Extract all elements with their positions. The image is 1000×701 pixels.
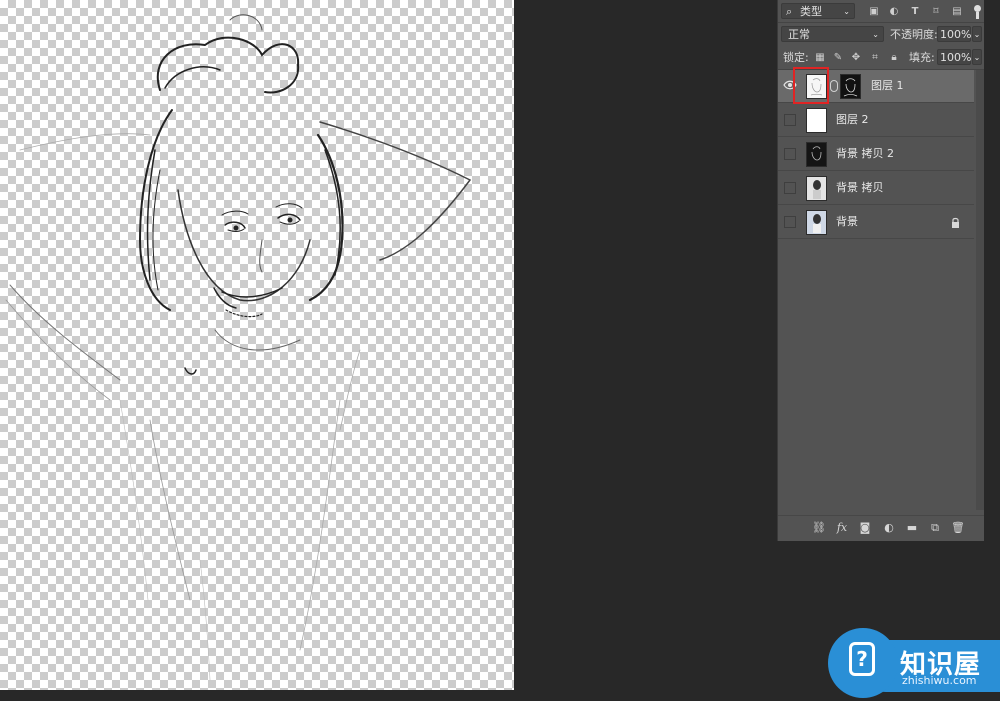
chevron-down-icon: ⌄ [872, 30, 879, 39]
fill-input[interactable]: 100% [937, 49, 971, 65]
layer-thumbnail [806, 176, 827, 201]
lock-icon [951, 217, 960, 228]
layer-name[interactable]: 图层 1 [871, 79, 904, 93]
folder-icon[interactable]: ▬ [905, 521, 919, 535]
shape-filter-icon[interactable]: ⌑ [930, 6, 942, 18]
search-icon: ⌕ [786, 5, 793, 18]
lock-pixels-brush-icon[interactable]: ✎ [832, 52, 844, 64]
fx-icon[interactable]: fx [835, 521, 849, 535]
layer-row[interactable]: 背景 拷贝 [778, 172, 974, 205]
opacity-dropdown[interactable]: ⌄ [972, 26, 982, 42]
fill-value: 100% [940, 51, 972, 64]
lock-transparent-icon[interactable]: ▦ [814, 52, 826, 64]
chain-link-icon[interactable] [830, 80, 838, 92]
layer-thumbnail [806, 142, 827, 167]
new-layer-icon[interactable]: ⧉ [928, 521, 942, 535]
filter-row: ⌕ 类型 ⌄ ▣ ◐ T ⌑ ▤ [778, 2, 984, 22]
adjustment-filter-icon[interactable]: ◐ [888, 6, 900, 18]
lock-position-move-icon[interactable]: ✥ [850, 52, 862, 64]
blend-mode-value: 正常 [788, 28, 810, 41]
layer-name[interactable]: 背景 [836, 215, 858, 229]
visibility-toggle[interactable] [784, 114, 796, 126]
sketch-drawing [5, 14, 472, 681]
lock-artboard-icon[interactable]: ⌗ [869, 52, 881, 64]
opacity-value: 100% [940, 28, 972, 41]
chevron-down-icon: ⌄ [973, 53, 981, 62]
document-canvas[interactable] [0, 0, 514, 690]
logo-site-text: zhishiwu.com [902, 674, 977, 687]
mask-icon[interactable]: ◙ [858, 521, 872, 535]
layer-row[interactable]: 背景 拷贝 2 [778, 138, 974, 171]
filter-kind-value: 类型 [800, 5, 822, 18]
text-filter-icon[interactable]: T [909, 6, 921, 18]
layers-scrollbar[interactable] [976, 70, 984, 510]
filter-kind-select[interactable]: ⌕ 类型 ⌄ [781, 3, 855, 19]
layer-row[interactable]: 图层 1 [778, 67, 974, 104]
layer-name[interactable]: 背景 拷贝 2 [836, 147, 894, 161]
filter-toggle-icon[interactable] [973, 5, 981, 19]
layer-name[interactable]: 背景 拷贝 [836, 181, 884, 195]
adjustment-icon[interactable]: ◐ [882, 521, 896, 535]
layer-row[interactable]: 图层 2 [778, 104, 974, 137]
blend-row: 正常 ⌄ 不透明度: 100% ⌄ [778, 25, 984, 45]
lock-all-icon[interactable]: 🔒︎ [888, 52, 900, 64]
opacity-input[interactable]: 100% [937, 26, 971, 42]
fill-label: 填充: [909, 51, 935, 64]
layers-footer: ⛓︎ fx ◙ ◐ ▬ ⧉ 🗑︎ [778, 515, 984, 540]
layer-row[interactable]: 背景 [778, 206, 974, 239]
fill-dropdown[interactable]: ⌄ [972, 49, 982, 65]
question-icon: ? [849, 642, 875, 676]
layer-name[interactable]: 图层 2 [836, 113, 869, 127]
lock-row: 锁定: ▦ ✎ ✥ ⌗ 🔒︎ 填充: 100% ⌄ [778, 48, 984, 68]
visibility-toggle[interactable] [784, 182, 796, 194]
logo-bubble: ? [828, 628, 898, 698]
opacity-label: 不透明度: [890, 28, 938, 41]
layer-thumbnail [806, 210, 827, 235]
watermark-logo: ? 知识屋 zhishiwu.com [828, 628, 1000, 701]
layer-mask-thumbnail[interactable] [840, 74, 861, 99]
layer-thumbnail [806, 108, 827, 133]
chevron-down-icon: ⌄ [973, 30, 981, 39]
selected-thumbnail-highlight [793, 67, 829, 104]
image-filter-icon[interactable]: ▣ [868, 6, 880, 18]
smart-object-filter-icon[interactable]: ▤ [951, 6, 963, 18]
layers-panel: ⌕ 类型 ⌄ ▣ ◐ T ⌑ ▤ 正常 ⌄ 不透明度: 100% ⌄ 锁定: ▦… [777, 0, 984, 541]
visibility-toggle[interactable] [784, 216, 796, 228]
visibility-toggle[interactable] [784, 148, 796, 160]
layers-list: 图层 1 图层 2 背景 拷贝 2 背景 拷贝 背景 [778, 67, 984, 510]
blend-mode-select[interactable]: 正常 ⌄ [781, 26, 884, 42]
chevron-down-icon: ⌄ [843, 7, 850, 16]
lock-label: 锁定: [783, 51, 809, 64]
link-icon[interactable]: ⛓︎ [812, 521, 826, 535]
trash-icon[interactable]: 🗑︎ [951, 521, 965, 535]
